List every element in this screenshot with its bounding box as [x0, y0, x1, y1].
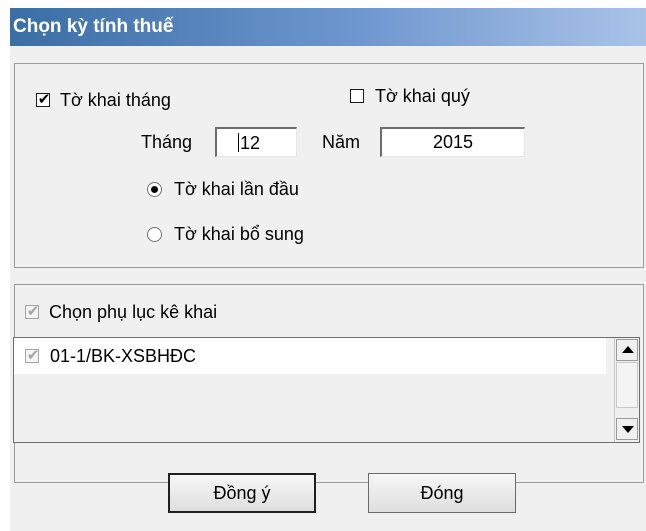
arrow-up-icon	[622, 346, 634, 353]
checkmark-icon: ✔	[26, 347, 40, 364]
monthly-label[interactable]: Tờ khai tháng	[60, 89, 171, 111]
year-label: Năm	[322, 132, 361, 152]
dialog-body: ✔ Tờ khai tháng Tờ khai quý Tháng 12 Năm…	[10, 46, 646, 531]
window-title: Chọn kỳ tính thuế	[13, 16, 174, 37]
appendix-item-label: 01-1/BK-XSBHĐC	[50, 346, 197, 366]
select-appendix-label[interactable]: Chọn phụ lục kê khai	[49, 301, 217, 323]
close-button[interactable]: Đóng	[368, 473, 516, 513]
month-field[interactable]: 12	[215, 127, 297, 157]
scroll-thumb[interactable]	[616, 362, 638, 408]
window-title-bar[interactable]: Chọn kỳ tính thuế	[10, 8, 646, 46]
month-value: 12	[240, 133, 261, 153]
list-scrollbar[interactable]	[614, 338, 639, 442]
radio-dot-icon	[151, 186, 158, 193]
supplementary-declaration-radio[interactable]	[147, 227, 162, 242]
year-value: 2015	[432, 132, 474, 152]
appendix-item-checkbox[interactable]: ✔	[25, 347, 40, 364]
quarterly-label[interactable]: Tờ khai quý	[375, 85, 470, 107]
scroll-up-button[interactable]	[616, 339, 638, 361]
appendix-list[interactable]: ✔ 01-1/BK-XSBHĐC	[13, 337, 640, 443]
supplementary-declaration-label[interactable]: Tờ khai bổ sung	[174, 223, 304, 245]
month-label: Tháng	[141, 132, 193, 152]
ok-button[interactable]: Đồng ý	[168, 473, 316, 513]
select-appendix-checkbox[interactable]: ✔	[25, 303, 40, 320]
arrow-down-icon	[622, 426, 634, 433]
monthly-checkbox[interactable]: ✔	[36, 91, 51, 108]
text-caret	[238, 133, 239, 152]
scroll-down-button[interactable]	[616, 418, 638, 440]
year-field[interactable]: 2015	[380, 127, 525, 157]
list-item[interactable]: ✔ 01-1/BK-XSBHĐC	[14, 338, 606, 374]
checkmark-icon: ✔	[26, 303, 40, 320]
checkmark-icon: ✔	[37, 91, 51, 108]
tax-period-group: ✔ Tờ khai tháng Tờ khai quý Tháng 12 Năm…	[14, 63, 644, 268]
quarterly-checkbox[interactable]	[350, 89, 364, 103]
first-declaration-radio[interactable]	[147, 182, 162, 197]
first-declaration-label[interactable]: Tờ khai lần đầu	[174, 178, 299, 200]
